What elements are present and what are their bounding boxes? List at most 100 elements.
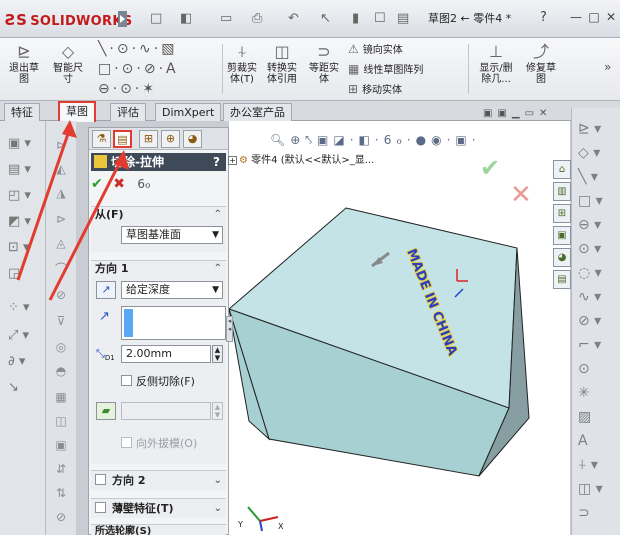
appearances-tab-icon[interactable]: ◕ — [553, 248, 571, 267]
tool-icon[interactable]: ⊳ — [51, 137, 71, 153]
help-button[interactable]: ? — [540, 10, 547, 25]
custom-properties-tab-icon[interactable]: ▤ — [553, 270, 571, 289]
reverse-direction-icon[interactable]: ↗ — [96, 281, 116, 299]
mirror-entities-button[interactable]: ⚠ 镜向实体 — [348, 40, 403, 58]
sketch-tool-icon[interactable]: ◩ ▾ — [8, 213, 36, 231]
design-library-tab-icon[interactable]: ⊞ — [553, 204, 571, 223]
convert-entities-button[interactable]: ◫ 转换实 体引用 — [262, 40, 302, 98]
draft-angle-input[interactable] — [121, 402, 211, 420]
menu-expand-arrow-icon[interactable] — [118, 11, 127, 27]
new-document-icon[interactable]: □ — [150, 11, 162, 27]
tool-icon[interactable]: ⌒ — [51, 261, 71, 277]
fillet-icon[interactable]: ⌐ ▾ — [578, 336, 614, 354]
file-explorer-tab-icon[interactable]: ▣ — [553, 226, 571, 245]
tool-icon[interactable]: ◎ — [51, 339, 71, 355]
offset-entities-button[interactable]: ⊃ 等距实 体 — [304, 40, 344, 98]
tool-icon[interactable]: ⊘ — [51, 509, 71, 525]
minimize-button[interactable]: — — [568, 9, 584, 25]
tab-office-products[interactable]: 办公室产品 — [223, 103, 292, 121]
curve-tool-icon[interactable]: ↘ — [8, 379, 36, 397]
help-icon[interactable]: ? — [213, 153, 220, 171]
resources-tab-icon[interactable]: ▥ — [553, 182, 571, 201]
repair-sketch-button[interactable]: ⤴ 修复草 图 — [520, 40, 562, 98]
graphics-window-controls[interactable]: ▣▣▁▭✕ — [483, 108, 552, 122]
smart-dimension-button[interactable]: ◇ 智能尺 寸 — [48, 40, 88, 98]
sketch-tool-icon[interactable]: ▣ ▾ — [8, 135, 36, 153]
close-button[interactable]: ✕ — [603, 9, 619, 25]
slot-point-tools[interactable]: ⊖·⊙·✶ — [98, 80, 157, 98]
tool-icon[interactable]: ⊳ — [51, 211, 71, 227]
preview-glasses-icon[interactable]: 6ℴ — [137, 177, 150, 191]
depth-input[interactable]: 2.00mm — [121, 345, 211, 363]
ellipse-icon[interactable]: ⊘ ▾ — [578, 312, 614, 330]
pattern-tool-icon[interactable]: ⁘ ▾ — [8, 299, 36, 317]
tool-icon[interactable]: ⊘ — [51, 287, 71, 303]
undo-icon[interactable]: ↶ — [288, 11, 299, 27]
draft-toggle-icon[interactable]: ▰ — [96, 402, 116, 420]
depth-spinner[interactable]: ▲ ▼ — [212, 345, 223, 363]
direction2-checkbox[interactable] — [95, 474, 106, 485]
line-arc-spline-tools[interactable]: ╲·⊙·∿·▧ — [98, 40, 177, 58]
linear-pattern-button[interactable]: ▦ 线性草图阵列 — [348, 60, 423, 78]
collapse-chevron-icon[interactable]: ⌃ — [214, 261, 222, 277]
file-properties-icon[interactable]: ☐ — [374, 11, 386, 27]
tool-icon[interactable]: ◫ — [51, 413, 71, 429]
exit-sketch-button[interactable]: ⊵ 退出草 图 — [4, 40, 44, 98]
text-icon[interactable]: A — [578, 432, 614, 450]
panel-splitter-handle[interactable]: ◂ ◂ — [226, 316, 233, 342]
line-tool-icon[interactable]: ⤢ ▾ — [8, 327, 36, 345]
tab-evaluate[interactable]: 评估 — [110, 103, 146, 121]
rect-polygon-text-tools[interactable]: □·⊙·⊘·A — [98, 60, 179, 78]
solidworks-logo[interactable]: ƧS SOLIDWORKS — [5, 9, 132, 31]
tool-icon[interactable]: ◓ — [51, 363, 71, 379]
slot-icon[interactable]: ⊖ ▾ — [578, 216, 614, 234]
tab-features[interactable]: 特征 — [4, 103, 40, 121]
spline-icon[interactable]: ∿ ▾ — [578, 288, 614, 306]
tool-icon[interactable]: ◭ — [51, 161, 71, 177]
end-condition-select[interactable]: 给定深度 ▼ — [121, 281, 223, 299]
print-icon[interactable]: ⎙ — [252, 11, 262, 27]
save-icon[interactable]: ▭ — [220, 11, 232, 27]
point-icon[interactable]: ⊙ — [578, 360, 614, 378]
tool-icon[interactable]: ▣ — [51, 437, 71, 453]
sketch-tool-icon[interactable]: ⊡ ▾ — [8, 239, 36, 257]
draft-spinner[interactable]: ▲ ▼ — [212, 402, 223, 420]
display-delete-relations-button[interactable]: ⊥ 显示/删 除几... — [474, 40, 518, 98]
select-icon[interactable]: ↖ — [320, 11, 331, 27]
move-entities-button[interactable]: ⊞ 移动实体 — [348, 80, 402, 98]
tool-icon[interactable]: ⇅ — [51, 485, 71, 501]
selected-contours-group[interactable]: 所选轮廓(S) — [91, 524, 226, 535]
tab-sketch[interactable]: 草图 — [58, 101, 96, 122]
tool-icon[interactable]: ⊽ — [51, 313, 71, 329]
home-tab-icon[interactable]: ⌂ — [553, 160, 571, 179]
direction1-group-header[interactable]: 方向 1 ⌃ — [91, 261, 226, 277]
configuration-manager-tab-icon[interactable]: ⊞ — [139, 130, 158, 148]
tool-icon[interactable]: ◮ — [51, 185, 71, 201]
expand-chevron-icon[interactable]: ⌄ — [214, 499, 222, 519]
feature-tree-tab-icon[interactable]: ⚗ — [92, 130, 111, 148]
exit-sketch-icon[interactable]: ⊵ ▾ — [578, 120, 614, 138]
more-commands-button[interactable]: » — [604, 60, 611, 74]
collapse-chevron-icon[interactable]: ⌃ — [214, 207, 222, 223]
tool-icon[interactable]: ⇵ — [51, 461, 71, 477]
sketch-tool-icon[interactable]: ◰ ▾ — [8, 187, 36, 205]
arc-icon[interactable]: ◌ ▾ — [578, 264, 614, 282]
thin-feature-checkbox[interactable] — [95, 502, 106, 513]
direction2-group[interactable]: 方向 2 ⌄ — [91, 470, 226, 490]
options-icon[interactable]: ▤ — [397, 11, 409, 27]
direction-vector-selection-box[interactable] — [121, 306, 226, 340]
offset-icon[interactable]: ⊃ — [578, 504, 614, 522]
centerline-icon[interactable]: ✳ — [578, 384, 614, 402]
tool-icon[interactable]: ▦ — [51, 389, 71, 405]
expand-chevron-icon[interactable]: ⌄ — [214, 471, 222, 491]
plane-icon[interactable]: ▨ — [578, 408, 614, 426]
convert-icon[interactable]: ◫ ▾ — [578, 480, 614, 498]
restore-button[interactable]: □ — [586, 9, 602, 25]
tab-dimxpert[interactable]: DimXpert — [155, 103, 222, 121]
rectangle-icon[interactable]: □ ▾ — [578, 192, 614, 210]
line-icon[interactable]: ╲ ▾ — [578, 168, 614, 186]
sketch-tool-icon[interactable]: ◲ — [8, 265, 36, 283]
property-manager-tab-icon[interactable]: ▤ — [113, 130, 132, 148]
cancel-x-icon[interactable]: ✖ — [113, 176, 125, 192]
dimension-icon[interactable]: ◇ ▾ — [578, 144, 614, 162]
